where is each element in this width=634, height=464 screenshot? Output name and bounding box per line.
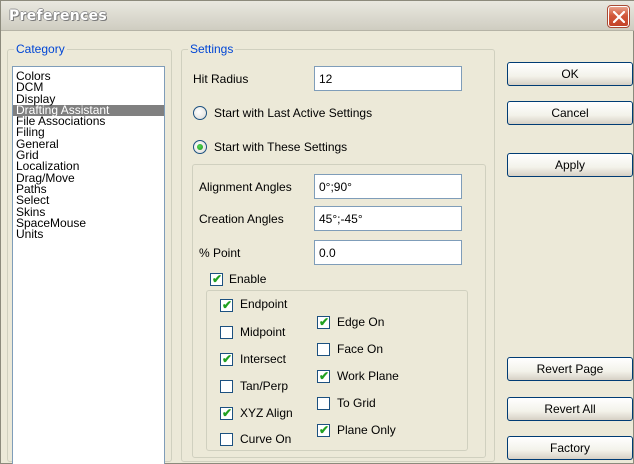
creation-angles-field[interactable]: 45°;-45° xyxy=(314,206,462,231)
tan-perp-label[interactable]: Tan/Perp xyxy=(240,379,288,393)
close-icon xyxy=(613,11,625,23)
check-icon: ✔ xyxy=(221,406,233,420)
radio-start-last-active-label[interactable]: Start with Last Active Settings xyxy=(214,106,372,120)
creation-angles-label: Creation Angles xyxy=(199,212,284,226)
window-title: Preferences xyxy=(9,8,108,24)
percent-point-label: % Point xyxy=(199,246,241,260)
xyz-align-label[interactable]: XYZ Align xyxy=(240,406,293,420)
list-item-units[interactable]: Units xyxy=(13,228,164,240)
check-icon: ✔ xyxy=(211,272,223,286)
apply-button[interactable]: Apply xyxy=(507,153,633,177)
check-icon: ✔ xyxy=(318,315,330,329)
check-icon: ✔ xyxy=(221,352,233,366)
radio-start-these-settings[interactable] xyxy=(193,140,207,154)
settings-legend: Settings xyxy=(190,42,234,56)
xyz-align-checkbox[interactable]: ✔ xyxy=(220,406,233,420)
radio-start-these-settings-label[interactable]: Start with These Settings xyxy=(214,140,347,154)
percent-point-field[interactable]: 0.0 xyxy=(314,240,462,265)
close-button[interactable] xyxy=(607,5,630,28)
endpoint-label[interactable]: Endpoint xyxy=(240,297,287,311)
hit-radius-label: Hit Radius xyxy=(193,72,249,86)
to-grid-checkbox[interactable] xyxy=(317,397,330,410)
intersect-label[interactable]: Intersect xyxy=(240,352,286,366)
work-plane-checkbox[interactable]: ✔ xyxy=(317,369,330,383)
curve-on-checkbox[interactable] xyxy=(220,433,233,446)
work-plane-label[interactable]: Work Plane xyxy=(337,369,399,383)
radio-selected-dot xyxy=(197,144,203,150)
hit-radius-field[interactable]: 12 xyxy=(314,66,462,91)
tan-perp-checkbox[interactable] xyxy=(220,380,233,393)
check-icon: ✔ xyxy=(221,298,233,312)
category-listbox[interactable]: Colors DCM Display Drafting Assistant Fi… xyxy=(12,66,165,464)
alignment-angles-field[interactable]: 0°;90° xyxy=(314,174,462,199)
revert-all-button[interactable]: Revert All xyxy=(507,397,633,421)
ok-button[interactable]: OK xyxy=(507,62,633,86)
intersect-checkbox[interactable]: ✔ xyxy=(220,352,233,366)
alignment-angles-label: Alignment Angles xyxy=(199,180,292,194)
cancel-button[interactable]: Cancel xyxy=(507,101,633,125)
check-icon: ✔ xyxy=(318,423,330,437)
radio-start-last-active[interactable] xyxy=(193,106,207,120)
midpoint-checkbox[interactable] xyxy=(220,326,233,339)
factory-button[interactable]: Factory xyxy=(507,436,633,460)
edge-on-label[interactable]: Edge On xyxy=(337,315,384,329)
preferences-dialog: Preferences Category Colors DCM Display … xyxy=(0,0,634,464)
face-on-checkbox[interactable] xyxy=(317,343,330,356)
edge-on-checkbox[interactable]: ✔ xyxy=(317,315,330,329)
revert-page-button[interactable]: Revert Page xyxy=(507,357,633,381)
curve-on-label[interactable]: Curve On xyxy=(240,432,291,446)
enable-label[interactable]: Enable xyxy=(229,272,266,286)
face-on-label[interactable]: Face On xyxy=(337,342,383,356)
to-grid-label[interactable]: To Grid xyxy=(337,396,376,410)
endpoint-checkbox[interactable]: ✔ xyxy=(220,298,233,312)
midpoint-label[interactable]: Midpoint xyxy=(240,325,285,339)
plane-only-label[interactable]: Plane Only xyxy=(337,423,396,437)
category-legend: Category xyxy=(16,42,65,56)
plane-only-checkbox[interactable]: ✔ xyxy=(317,423,330,437)
check-icon: ✔ xyxy=(318,369,330,383)
title-bar[interactable]: Preferences xyxy=(1,1,634,31)
enable-checkbox[interactable]: ✔ xyxy=(210,272,223,286)
